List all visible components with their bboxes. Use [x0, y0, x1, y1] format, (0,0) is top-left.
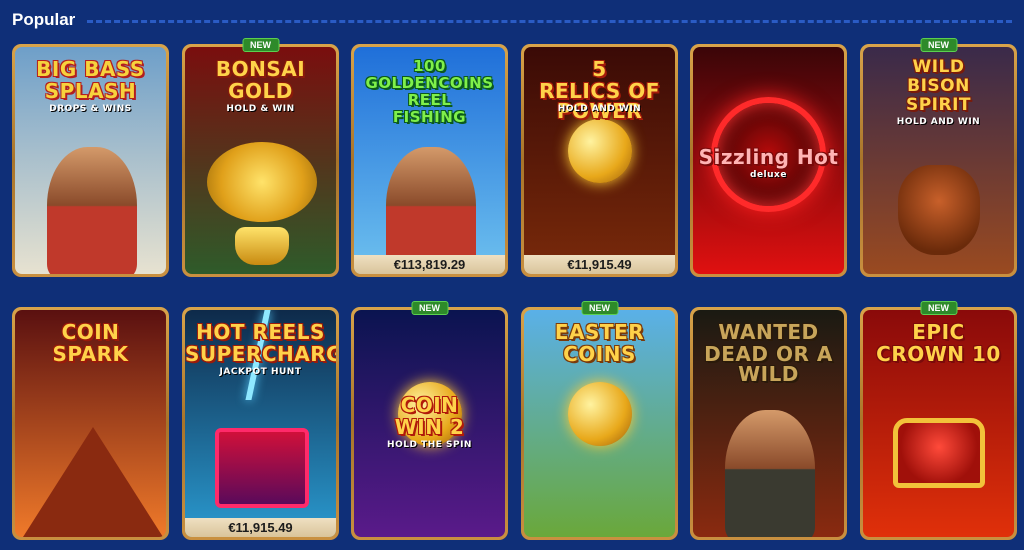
volcano-icon [23, 427, 163, 537]
gold-coin-icon [568, 119, 632, 183]
game-title-line: WILD [912, 57, 965, 77]
new-badge: NEW [411, 301, 448, 315]
game-thumbnail: BONSAI GOLD HOLD & WIN [185, 47, 336, 274]
game-subtitle: DROPS & WINS [49, 104, 132, 114]
game-subtitle: JACKPOT HUNT [219, 367, 302, 377]
game-title-line: COINS [563, 342, 636, 366]
section-title: Popular [12, 10, 76, 29]
character-icon [725, 410, 815, 537]
new-badge: NEW [920, 301, 957, 315]
game-grid: BIG BASS SPLASH DROPS & WINS NEW BONSAI GOLD H… [12, 38, 1017, 544]
game-tile-big-bass-splash[interactable]: BIG BASS SPLASH DROPS & WINS [12, 44, 169, 277]
game-subtitle: HOLD THE SPIN [387, 440, 472, 450]
game-title-line: EASTER [554, 320, 645, 344]
jackpot-amount: €113,819.29 [354, 255, 505, 274]
new-badge: NEW [242, 38, 279, 52]
game-title-line: EPIC [912, 320, 965, 344]
game-subtitle: HOLD & WIN [226, 104, 295, 114]
character-icon [47, 147, 137, 274]
game-title-line: Sizzling Hot [698, 145, 839, 169]
game-thumbnail: 100 GOLDENCOINS REEL FISHING €113,819.29 [354, 47, 505, 274]
game-thumbnail: EASTER COINS [524, 310, 675, 537]
game-title-line: REEL [407, 91, 452, 109]
game-tile-bonsai-gold[interactable]: NEW BONSAI GOLD HOLD & WIN [182, 38, 339, 277]
game-title-line: CROWN 10 [876, 342, 1001, 366]
game-title-line: WANTED [718, 320, 819, 344]
game-title-line: 100 [413, 57, 446, 75]
jackpot-amount: €11,915.49 [524, 255, 675, 274]
game-title-line: BISON [907, 76, 970, 96]
jackpot-amount: €11,915.49 [185, 518, 336, 537]
lucky-seven-icon [215, 428, 309, 508]
game-tile-5-relics-of-power[interactable]: 5 RELICS OF POWER HOLD AND WIN €11,915.49 [521, 44, 678, 277]
new-badge: NEW [920, 38, 957, 52]
game-tile-epic-crown-10[interactable]: NEW EPIC CROWN 10 [860, 301, 1017, 540]
section-header: Popular [12, 8, 1012, 32]
game-title-line: SPLASH [44, 79, 137, 103]
game-tile-coin-win-2[interactable]: NEW COIN WIN 2 HOLD THE SPIN [351, 301, 508, 540]
game-tile-coin-spark[interactable]: COIN SPARK [12, 307, 169, 540]
game-title-line: SPARK [52, 342, 129, 366]
game-title-line: DEAD OR A WILD [704, 342, 833, 386]
game-title-line: BONSAI [215, 57, 306, 81]
gold-pot-icon [235, 227, 289, 265]
game-title-line: COIN [400, 393, 459, 417]
game-tile-100-golden-coins-reel-fishing[interactable]: 100 GOLDENCOINS REEL FISHING €113,819.29 [351, 44, 508, 277]
game-title-line: GOLDENCOINS [365, 74, 494, 92]
game-thumbnail: BIG BASS SPLASH DROPS & WINS [15, 47, 166, 274]
game-title-line: WIN 2 [394, 415, 465, 439]
game-title-line: RELICS OF POWER [539, 79, 660, 123]
game-title-line: SUPERCHARGED [185, 342, 336, 366]
game-thumbnail: WILD BISON SPIRIT HOLD AND WIN [863, 47, 1014, 274]
crown-icon [893, 418, 985, 488]
game-subtitle: HOLD AND WIN [896, 117, 981, 127]
game-tile-wanted-dead-or-a-wild[interactable]: WANTED DEAD OR A WILD [690, 307, 847, 540]
game-tile-hot-reels-supercharged[interactable]: HOT REELSSUPERCHARGEDJACKPOT HUNT €11,915… [182, 307, 339, 540]
game-title-line: 5 [592, 57, 607, 81]
section-divider [87, 20, 1012, 23]
game-title-line: FISHING [392, 108, 467, 126]
game-title-line: COIN [61, 320, 120, 344]
gold-tree-icon [207, 142, 317, 222]
game-thumbnail: 5 RELICS OF POWER HOLD AND WIN €11,915.49 [524, 47, 675, 274]
game-thumbnail: COIN WIN 2 HOLD THE SPIN [354, 310, 505, 537]
game-thumbnail: Sizzling Hot deluxe [693, 47, 844, 274]
game-subtitle: deluxe [750, 170, 787, 180]
game-tile-easter-coins[interactable]: NEW EASTER COINS [521, 301, 678, 540]
game-title-line: HOT REELS [196, 320, 325, 344]
game-title-line: SPIRIT [905, 95, 972, 115]
game-title-line: GOLD [228, 79, 293, 103]
game-subtitle: HOLD AND WIN [557, 104, 642, 114]
gold-coin-icon [568, 382, 632, 446]
game-thumbnail: EPIC CROWN 10 [863, 310, 1014, 537]
game-title-line: BIG BASS [36, 57, 145, 81]
game-tile-sizzling-hot-deluxe[interactable]: Sizzling Hot deluxe [690, 44, 847, 277]
game-tile-wild-bison-spirit[interactable]: NEW WILD BISON SPIRIT HOLD AND WIN [860, 38, 1017, 277]
new-badge: NEW [581, 301, 618, 315]
game-thumbnail: WANTED DEAD OR A WILD [693, 310, 844, 537]
bison-icon [898, 165, 980, 255]
game-thumbnail: COIN SPARK [15, 310, 166, 537]
game-thumbnail: HOT REELSSUPERCHARGEDJACKPOT HUNT €11,915… [185, 310, 336, 537]
